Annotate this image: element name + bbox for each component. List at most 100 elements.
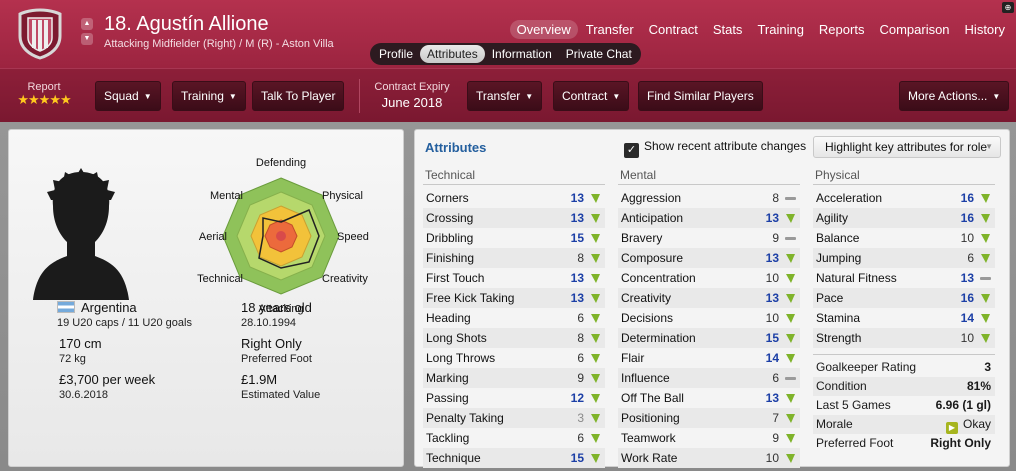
subtab-profile[interactable]: Profile [372,45,420,63]
attribute-row[interactable]: Crossing 13 [423,208,605,228]
attribute-row[interactable]: Teamwork 9 [618,428,800,448]
attribute-name: Positioning [621,411,680,425]
attribute-value: 6 [577,431,584,445]
show-changes-toggle[interactable]: ✓ Show recent attribute changes [624,139,806,158]
tab-reports[interactable]: Reports [812,20,872,39]
attribute-row[interactable]: Positioning 7 [618,408,800,428]
radar-label-mental: Mental [210,190,243,202]
attribute-row[interactable]: Pace 16 [813,288,995,308]
attribute-row[interactable]: Long Shots 8 [423,328,605,348]
previous-player-icon[interactable]: ▲ [81,18,93,30]
attribute-row[interactable]: Dribbling 15 [423,228,605,248]
attribute-row[interactable]: Anticipation 13 [618,208,800,228]
checkbox-checked-icon[interactable]: ✓ [624,143,639,158]
more-actions-button[interactable]: More Actions... ▼ [899,81,1010,111]
scout-report[interactable]: Report ★★★★★ [10,81,78,107]
attribute-row[interactable]: Creativity 13 [618,288,800,308]
transfer-button[interactable]: Transfer ▼ [467,81,543,111]
summary-name: Last 5 Games [816,398,891,412]
weight: 72 kg [59,353,86,365]
attribute-row[interactable]: Strength 10 [813,328,995,348]
trend-up-icon [786,294,795,303]
attribute-name: Long Throws [426,351,496,365]
date-of-birth: 28.10.1994 [241,317,297,329]
attribute-row[interactable]: Influence 6 [618,368,800,388]
training-button[interactable]: Training ▼ [172,81,246,111]
tab-history[interactable]: History [958,20,1012,39]
attribute-row[interactable]: Balance 10 [813,228,995,248]
maximize-icon[interactable]: ⊕ [1002,2,1014,13]
attribute-row[interactable]: Marking 9 [423,368,605,388]
tab-overview[interactable]: Overview [509,20,578,39]
attribute-value: 10 [765,451,779,465]
attribute-row[interactable]: Free Kick Taking 13 [423,288,605,308]
attribute-row[interactable]: Aggression 8 [618,188,800,208]
tab-stats[interactable]: Stats [706,20,750,39]
tab-comparison[interactable]: Comparison [872,20,956,39]
summary-value: Okay [962,417,991,431]
attribute-row[interactable]: Bravery 9 [618,228,800,248]
attribute-row[interactable]: Concentration 10 [618,268,800,288]
trend-up-icon [981,234,990,243]
next-player-icon[interactable]: ▼ [81,33,93,45]
attribute-row[interactable]: Acceleration 16 [813,188,995,208]
attribute-row[interactable]: Composure 13 [618,248,800,268]
talk-to-player-button[interactable]: Talk To Player [252,81,345,111]
attribute-name: Teamwork [621,431,676,445]
attribute-row[interactable]: Off The Ball 13 [618,388,800,408]
attribute-row[interactable]: Flair 14 [618,348,800,368]
summary-name: Condition [816,379,867,393]
club-crest-icon [18,8,62,60]
attribute-row[interactable]: Jumping 6 [813,248,995,268]
squad-button[interactable]: Squad ▼ [95,81,161,111]
attribute-value: 6 [772,371,779,385]
preferred-foot: Right Only [241,336,302,351]
show-changes-label: Show recent attribute changes [644,139,807,153]
attribute-row[interactable]: Passing 12 [423,388,605,408]
profile-panel: Defending Physical Speed Creativity Atta… [8,129,404,467]
find-similar-players-button[interactable]: Find Similar Players [638,81,763,111]
height: 170 cm [59,336,102,351]
attribute-name: Concentration [621,271,696,285]
trend-flat-icon [785,197,796,200]
tab-training[interactable]: Training [750,20,810,39]
contract-expiry-value: June 2018 [381,95,443,110]
player-position: Attacking Midfielder (Right) / M (R) - A… [104,38,334,50]
preferred-foot-label: Preferred Foot [241,353,312,365]
attribute-row[interactable]: Finishing 8 [423,248,605,268]
trend-up-icon [591,334,600,343]
sub-tabs: Profile Attributes Information Private C… [370,43,641,65]
wage-cell: £3,700 per week 30.6.2018 [59,372,155,401]
attribute-row[interactable]: Agility 16 [813,208,995,228]
summary-value: Right Only [930,436,991,450]
trend-up-icon [786,314,795,323]
trend-up-icon [786,454,795,463]
attribute-row[interactable]: Work Rate 10 [618,448,800,468]
highlight-role-select[interactable]: Highlight key attributes for role ▼ [813,136,1001,158]
attribute-row[interactable]: Stamina 14 [813,308,995,328]
attribute-name: Work Rate [621,451,678,465]
subtab-information[interactable]: Information [485,45,559,63]
attribute-row[interactable]: Heading 6 [423,308,605,328]
attribute-name: First Touch [426,271,485,285]
attribute-row[interactable]: Tackling 6 [423,428,605,448]
attribute-row[interactable]: First Touch 13 [423,268,605,288]
main-tabs: Overview Transfer Contract Stats Trainin… [509,20,1012,39]
contract-button[interactable]: Contract ▼ [553,81,630,111]
attribute-row[interactable]: Natural Fitness 13 [813,268,995,288]
tab-contract[interactable]: Contract [642,20,705,39]
subtab-private-chat[interactable]: Private Chat [559,45,639,63]
attribute-value: 13 [570,211,584,225]
summary-value: 3 [984,360,991,374]
attribute-row[interactable]: Technique 15 [423,448,605,468]
tab-transfer[interactable]: Transfer [579,20,641,39]
attribute-row[interactable]: Corners 13 [423,188,605,208]
age: 18 years old [241,300,312,315]
attribute-row[interactable]: Decisions 10 [618,308,800,328]
attribute-row[interactable]: Long Throws 6 [423,348,605,368]
attribute-row[interactable]: Determination 15 [618,328,800,348]
attribute-row[interactable]: Penalty Taking 3 [423,408,605,428]
contract-expiry-label: Contract Expiry [374,81,450,93]
subtab-attributes[interactable]: Attributes [420,45,485,63]
attribute-name: Influence [621,371,670,385]
